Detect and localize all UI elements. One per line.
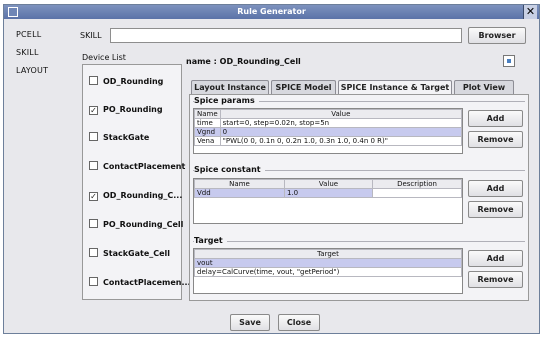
table-row[interactable]: time start=0, step=0.02n, stop=5n	[194, 118, 463, 128]
param-name-cell[interactable]: Vena	[194, 136, 221, 146]
left-nav: PCELL SKILL LAYOUT	[6, 26, 68, 80]
device-item-contactplacement-cell[interactable]: ContactPlacemen...	[89, 276, 191, 290]
constant-name-cell[interactable]: Vdd	[194, 188, 285, 198]
checkbox[interactable]	[89, 161, 98, 170]
column-header-name[interactable]: Name	[194, 179, 285, 189]
spice-constant-title: Spice constant	[194, 165, 265, 174]
device-item-stackgate-cell[interactable]: StackGate_Cell	[89, 247, 170, 261]
table-row[interactable]: Vdd 1.0	[194, 188, 462, 198]
param-value-cell[interactable]: start=0, step=0.02n, stop=5n	[219, 118, 463, 128]
window-menu-icon[interactable]	[8, 7, 18, 17]
title-bar: Rule Generator ✕	[4, 5, 539, 19]
spice-params-title: Spice params	[194, 96, 259, 105]
column-header-value[interactable]: Value	[219, 109, 463, 119]
cell-name-label: name : OD_Rounding_Cell	[186, 57, 301, 66]
column-header-target[interactable]: Target	[194, 249, 462, 259]
device-item-stackgate[interactable]: StackGate	[89, 131, 149, 145]
spice-constant-add-button[interactable]: Add	[468, 180, 523, 197]
column-header-description[interactable]: Description	[372, 179, 462, 189]
spice-constant-table: Name Value Description Vdd 1.0	[194, 179, 462, 198]
target-cell[interactable]: vout	[194, 258, 462, 268]
param-name-cell[interactable]: time	[194, 118, 221, 128]
target-cell[interactable]: delay=CalCurve(time, vout, "getPeriod")	[194, 267, 462, 277]
device-list-title: Device List	[82, 53, 126, 62]
checkbox[interactable]	[89, 277, 98, 286]
column-header-value[interactable]: Value	[284, 179, 373, 189]
checkbox-checked[interactable]: ✓	[89, 106, 98, 115]
device-item-po-rounding-cell[interactable]: PO_Rounding_Cell	[89, 218, 183, 232]
checkbox[interactable]	[89, 132, 98, 141]
tab-plot-view[interactable]: Plot View	[454, 80, 514, 94]
spice-params-table: Name Value time start=0, step=0.02n, sto…	[194, 109, 463, 146]
target-title: Target	[194, 236, 227, 245]
table-row[interactable]: Vgnd 0	[194, 127, 463, 137]
column-header-name[interactable]: Name	[194, 109, 221, 119]
skill-path-input[interactable]	[110, 28, 462, 43]
device-item-po-rounding[interactable]: ✓ PO_Rounding	[89, 103, 163, 117]
skill-label: SKILL	[80, 31, 102, 40]
save-button[interactable]: Save	[230, 314, 270, 331]
close-icon[interactable]: ✕	[523, 5, 537, 19]
target-remove-button[interactable]: Remove	[468, 271, 523, 288]
device-item-od-rounding-cell[interactable]: ✓ OD_Rounding_C...	[89, 189, 182, 203]
browse-button[interactable]: Browser	[468, 27, 526, 44]
param-name-cell[interactable]: Vgnd	[194, 127, 221, 137]
document-icon[interactable]	[503, 55, 515, 67]
target-group-border	[193, 241, 525, 242]
tab-spice-model[interactable]: SPICE Model	[271, 80, 336, 94]
nav-item-layout[interactable]: LAYOUT	[6, 62, 68, 80]
window-title: Rule Generator	[237, 7, 306, 16]
tab-spice-instance-target[interactable]: SPICE Instance & Target	[338, 80, 452, 94]
target-add-button[interactable]: Add	[468, 250, 523, 267]
checkbox[interactable]	[89, 248, 98, 257]
nav-item-skill[interactable]: SKILL	[6, 44, 68, 62]
table-row[interactable]: Vena "PWL(0 0, 0.1n 0, 0.2n 1.0, 0.3n 1.…	[194, 136, 463, 146]
spice-params-add-button[interactable]: Add	[468, 110, 523, 127]
spice-constant-remove-button[interactable]: Remove	[468, 201, 523, 218]
table-row[interactable]: vout	[194, 258, 462, 268]
close-button[interactable]: Close	[278, 314, 320, 331]
checkbox[interactable]	[89, 76, 98, 85]
nav-item-pcell[interactable]: PCELL	[6, 26, 68, 44]
device-item-od-rounding[interactable]: OD_Rounding	[89, 75, 163, 89]
constant-description-cell[interactable]	[372, 188, 462, 198]
device-list: OD_Rounding ✓ PO_Rounding StackGate Conta…	[82, 64, 191, 300]
constant-value-cell[interactable]: 1.0	[284, 188, 373, 198]
device-item-contactplacement[interactable]: ContactPlacement	[89, 160, 185, 174]
target-table: Target vout delay=CalCurve(time, vout, "…	[194, 249, 462, 277]
checkbox[interactable]	[89, 219, 98, 228]
tab-layout-instance[interactable]: Layout Instance	[191, 80, 269, 94]
table-row[interactable]: delay=CalCurve(time, vout, "getPeriod")	[194, 267, 462, 277]
checkbox-checked[interactable]: ✓	[89, 192, 98, 201]
param-value-cell[interactable]: 0	[219, 127, 463, 137]
spice-params-remove-button[interactable]: Remove	[468, 131, 523, 148]
param-value-cell[interactable]: "PWL(0 0, 0.1n 0, 0.2n 1.0, 0.3n 1.0, 0.…	[219, 136, 463, 146]
